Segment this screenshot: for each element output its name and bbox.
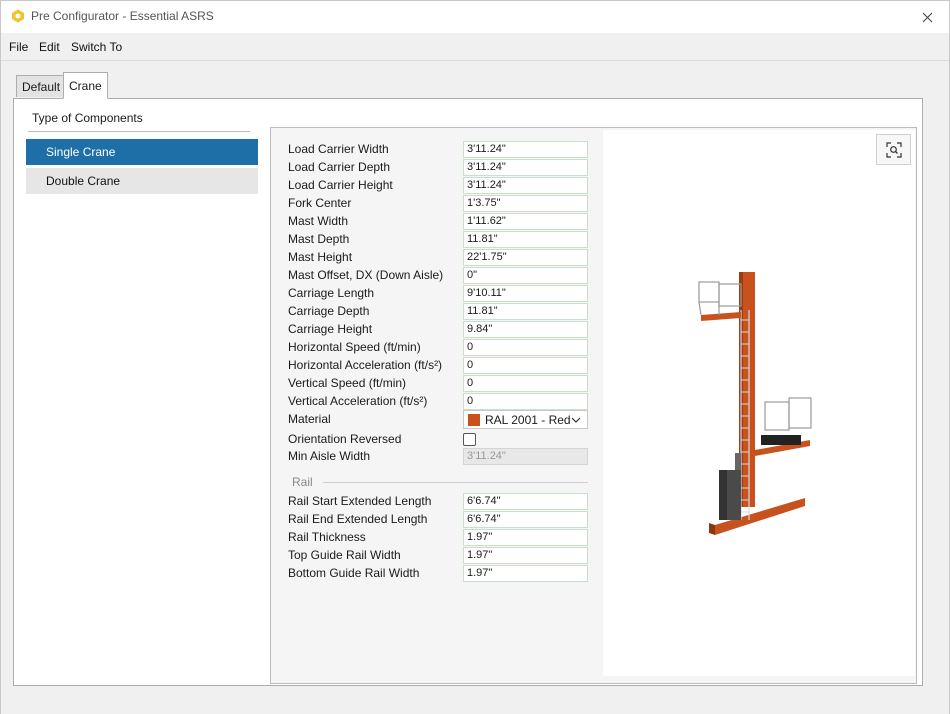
properties-field[interactable]: 1'3.75" (463, 195, 588, 212)
tab-default[interactable]: Default (16, 75, 67, 97)
properties-field[interactable]: 0 (463, 357, 588, 374)
rail.properties-field[interactable]: 1.97" (463, 565, 588, 582)
properties-field[interactable]: 9'10.11" (463, 285, 588, 302)
rail.properties-label: Bottom Guide Rail Width (288, 566, 420, 580)
properties-field[interactable]: 0 (463, 375, 588, 392)
properties-label: Mast Height (288, 250, 353, 264)
properties-label: Mast Depth (288, 232, 350, 246)
rail.properties-field[interactable]: 6'6.74" (463, 511, 588, 528)
properties-panel: Load Carrier Width 3'11.24" Load Carrier D… (270, 127, 917, 684)
rail.properties-label: Rail End Extended Length (288, 512, 428, 526)
rail-section-title: Rail (292, 475, 313, 489)
zoom-fit-button[interactable] (876, 134, 911, 165)
rail.properties-field[interactable]: 1.97" (463, 547, 588, 564)
orientation-label: Orientation Reversed (288, 432, 402, 446)
menu-file[interactable]: File (9, 40, 28, 54)
components-header: Type of Components (32, 111, 143, 125)
properties-label: Horizontal Speed (ft/min) (288, 340, 421, 354)
hexagon-app-icon (12, 9, 24, 23)
min-aisle-field: 3'11.24" (463, 448, 588, 465)
rail.properties-field[interactable]: 6'6.74" (463, 493, 588, 510)
properties-label: Load Carrier Width (288, 142, 389, 156)
properties-field[interactable]: 0 (463, 339, 588, 356)
components-divider (28, 131, 250, 132)
tab-crane[interactable]: Crane (63, 72, 108, 99)
material-label: Material (288, 412, 331, 426)
properties-label: Vertical Acceleration (ft/s²) (288, 394, 428, 408)
menu-switch-to[interactable]: Switch To (71, 40, 122, 54)
properties-field[interactable]: 9.84" (463, 321, 588, 338)
material-value: RAL 2001 - Red (485, 412, 571, 427)
properties-field[interactable]: 3'11.24" (463, 177, 588, 194)
properties-field[interactable]: 0" (463, 267, 588, 284)
properties-field[interactable]: 0 (463, 393, 588, 410)
properties-field[interactable]: 3'11.24" (463, 141, 588, 158)
crane-tab-panel: Type of Components Single Crane Double C… (13, 98, 923, 686)
properties-field[interactable]: 1'11.62" (463, 213, 588, 230)
properties-label: Carriage Length (288, 286, 375, 300)
properties-label: Mast Width (288, 214, 349, 228)
rail-section-divider (323, 482, 588, 483)
crane-3d-model (698, 272, 812, 535)
main-content: Default Crane Type of Components Single … (1, 62, 949, 714)
properties-label: Horizontal Acceleration (ft/s²) (288, 358, 443, 372)
properties-label: Vertical Speed (ft/min) (288, 376, 407, 390)
menu-bar: File Edit Switch To (1, 33, 949, 61)
window-title: Pre Configurator - Essential ASRS (31, 9, 214, 23)
properties-field[interactable]: 11.81" (463, 303, 588, 320)
orientation-reversed-checkbox[interactable] (463, 433, 476, 446)
app-window: Pre Configurator - Essential ASRS File E… (0, 0, 950, 714)
properties-field[interactable]: 11.81" (463, 231, 588, 248)
component-double-crane[interactable]: Double Crane (26, 168, 258, 194)
rail.properties-label: Top Guide Rail Width (288, 548, 401, 562)
title-bar: Pre Configurator - Essential ASRS (1, 1, 949, 33)
properties-label: Fork Center (288, 196, 352, 210)
zoom-fit-icon (885, 141, 902, 158)
3d-viewport[interactable] (603, 130, 915, 676)
properties-label: Mast Offset, DX (Down Aisle) (288, 268, 444, 282)
properties-label: Carriage Height (288, 322, 373, 336)
material-select[interactable]: RAL 2001 - Red (463, 410, 588, 429)
properties-label: Carriage Depth (288, 304, 370, 318)
min-aisle-label: Min Aisle Width (288, 449, 371, 463)
chevron-down-icon (571, 417, 581, 423)
properties-field[interactable]: 22'1.75" (463, 249, 588, 266)
close-button[interactable] (905, 1, 949, 33)
properties-label: Load Carrier Height (288, 178, 393, 192)
rail.properties-field[interactable]: 1.97" (463, 529, 588, 546)
properties-label: Load Carrier Depth (288, 160, 391, 174)
close-icon (922, 12, 932, 22)
material-color-swatch (468, 413, 480, 426)
rail.properties-label: Rail Thickness (288, 530, 366, 544)
component-single-crane[interactable]: Single Crane (26, 139, 258, 165)
properties-field[interactable]: 3'11.24" (463, 159, 588, 176)
rail.properties-label: Rail Start Extended Length (288, 494, 432, 508)
menu-edit[interactable]: Edit (39, 40, 60, 54)
